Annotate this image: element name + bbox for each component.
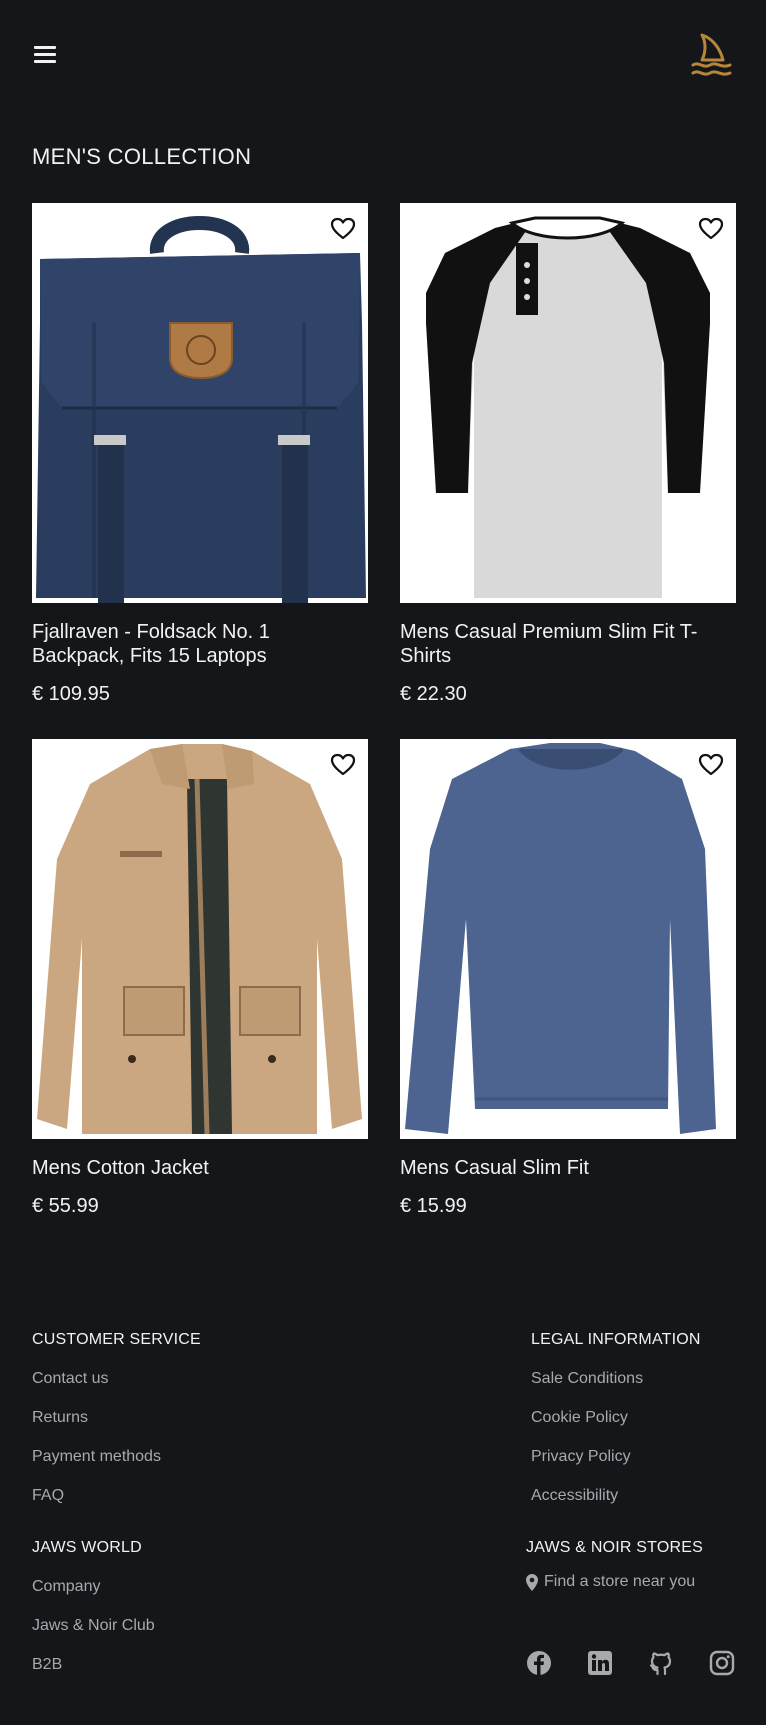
- product-name[interactable]: Mens Casual Slim Fit: [400, 1156, 720, 1180]
- section-title: MEN'S COLLECTION: [32, 144, 252, 169]
- footer-link-company[interactable]: Company: [32, 1577, 155, 1596]
- footer-heading: JAWS & NOIR STORES: [526, 1539, 703, 1556]
- find-store-label: Find a store near you: [544, 1573, 696, 1590]
- footer-stores: JAWS & NOIR STORES Find a store near you: [526, 1539, 703, 1591]
- product-price: € 55.99: [32, 1195, 99, 1217]
- product-name[interactable]: Mens Casual Premium Slim Fit T-Shirts: [400, 620, 720, 668]
- product-image-tshirt[interactable]: [400, 203, 736, 603]
- map-pin-icon: [526, 1573, 538, 1591]
- product-name[interactable]: Mens Cotton Jacket: [32, 1156, 352, 1180]
- header: [0, 0, 766, 110]
- footer-customer-service: CUSTOMER SERVICE Contact us Returns Paym…: [32, 1331, 201, 1505]
- product-image-backpack[interactable]: [32, 203, 368, 603]
- footer-link-cookie-policy[interactable]: Cookie Policy: [531, 1408, 701, 1427]
- hamburger-menu-icon[interactable]: [34, 46, 58, 64]
- github-icon[interactable]: [648, 1650, 674, 1676]
- instagram-icon[interactable]: [709, 1650, 735, 1676]
- footer-heading: LEGAL INFORMATION: [531, 1331, 701, 1348]
- footer-link-payment[interactable]: Payment methods: [32, 1447, 201, 1466]
- product-price: € 109.95: [32, 683, 110, 705]
- product-name[interactable]: Fjallraven - Foldsack No. 1 Backpack, Fi…: [32, 620, 352, 668]
- footer-link-faq[interactable]: FAQ: [32, 1486, 201, 1505]
- footer-link-accessibility[interactable]: Accessibility: [531, 1486, 701, 1505]
- favorite-heart-icon[interactable]: [330, 753, 356, 777]
- product-price: € 15.99: [400, 1195, 467, 1217]
- footer-heading: CUSTOMER SERVICE: [32, 1331, 201, 1348]
- shark-fin-logo-icon[interactable]: [690, 32, 734, 78]
- footer-link-contact[interactable]: Contact us: [32, 1369, 201, 1388]
- product-card[interactable]: Mens Cotton Jacket € 55.99: [32, 739, 368, 1218]
- social-links: [526, 1650, 736, 1680]
- footer-link-b2b[interactable]: B2B: [32, 1655, 155, 1674]
- favorite-heart-icon[interactable]: [698, 753, 724, 777]
- product-image-longsleeve[interactable]: [400, 739, 736, 1139]
- product-card[interactable]: Mens Casual Slim Fit € 15.99: [400, 739, 736, 1218]
- footer-link-returns[interactable]: Returns: [32, 1408, 201, 1427]
- footer-link-privacy-policy[interactable]: Privacy Policy: [531, 1447, 701, 1466]
- find-store-link[interactable]: Find a store near you: [526, 1573, 703, 1591]
- favorite-heart-icon[interactable]: [698, 217, 724, 241]
- product-price: € 22.30: [400, 683, 467, 705]
- product-card[interactable]: Mens Casual Premium Slim Fit T-Shirts € …: [400, 203, 736, 706]
- footer-link-sale-conditions[interactable]: Sale Conditions: [531, 1369, 701, 1388]
- footer-legal: LEGAL INFORMATION Sale Conditions Cookie…: [531, 1331, 701, 1505]
- product-image-jacket[interactable]: [32, 739, 368, 1139]
- footer-link-club[interactable]: Jaws & Noir Club: [32, 1616, 155, 1635]
- facebook-icon[interactable]: [526, 1650, 552, 1676]
- product-card[interactable]: Fjallraven - Foldsack No. 1 Backpack, Fi…: [32, 203, 368, 706]
- linkedin-icon[interactable]: [587, 1650, 613, 1676]
- footer-jaws-world: JAWS WORLD Company Jaws & Noir Club B2B: [32, 1539, 155, 1674]
- favorite-heart-icon[interactable]: [330, 217, 356, 241]
- footer-heading: JAWS WORLD: [32, 1539, 142, 1556]
